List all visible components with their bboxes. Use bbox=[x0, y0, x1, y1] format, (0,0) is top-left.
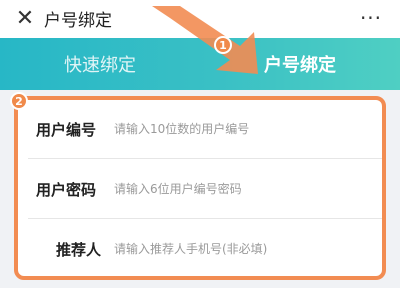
page-title: 户号绑定 bbox=[44, 11, 112, 31]
referrer-input[interactable] bbox=[114, 233, 374, 265]
password-input[interactable] bbox=[114, 173, 374, 205]
referrer-label: 推荐人 bbox=[56, 240, 102, 259]
more-options-icon[interactable]: ··· bbox=[354, 2, 388, 34]
bottom-area bbox=[0, 288, 400, 300]
user-id-input[interactable] bbox=[114, 113, 374, 145]
form-row-password: 用户密码 bbox=[18, 160, 382, 218]
form-row-referrer: 推荐人 bbox=[18, 220, 382, 278]
tab-bar: 快速绑定 户号绑定 bbox=[0, 38, 400, 90]
annotation-badge-1: 1 bbox=[214, 36, 232, 54]
divider bbox=[28, 218, 382, 219]
password-label: 用户密码 bbox=[36, 180, 97, 199]
tab-quick-bind[interactable]: 快速绑定 bbox=[0, 38, 200, 90]
close-icon[interactable]: ✕ bbox=[12, 2, 38, 34]
binding-form: 用户编号 用户密码 推荐人 bbox=[14, 96, 386, 280]
title-bar: ✕ 户号绑定 ··· bbox=[0, 0, 400, 38]
annotation-badge-2: 2 bbox=[10, 92, 28, 110]
divider bbox=[28, 158, 382, 159]
form-row-user-id: 用户编号 bbox=[18, 100, 382, 158]
user-id-label: 用户编号 bbox=[36, 120, 97, 139]
